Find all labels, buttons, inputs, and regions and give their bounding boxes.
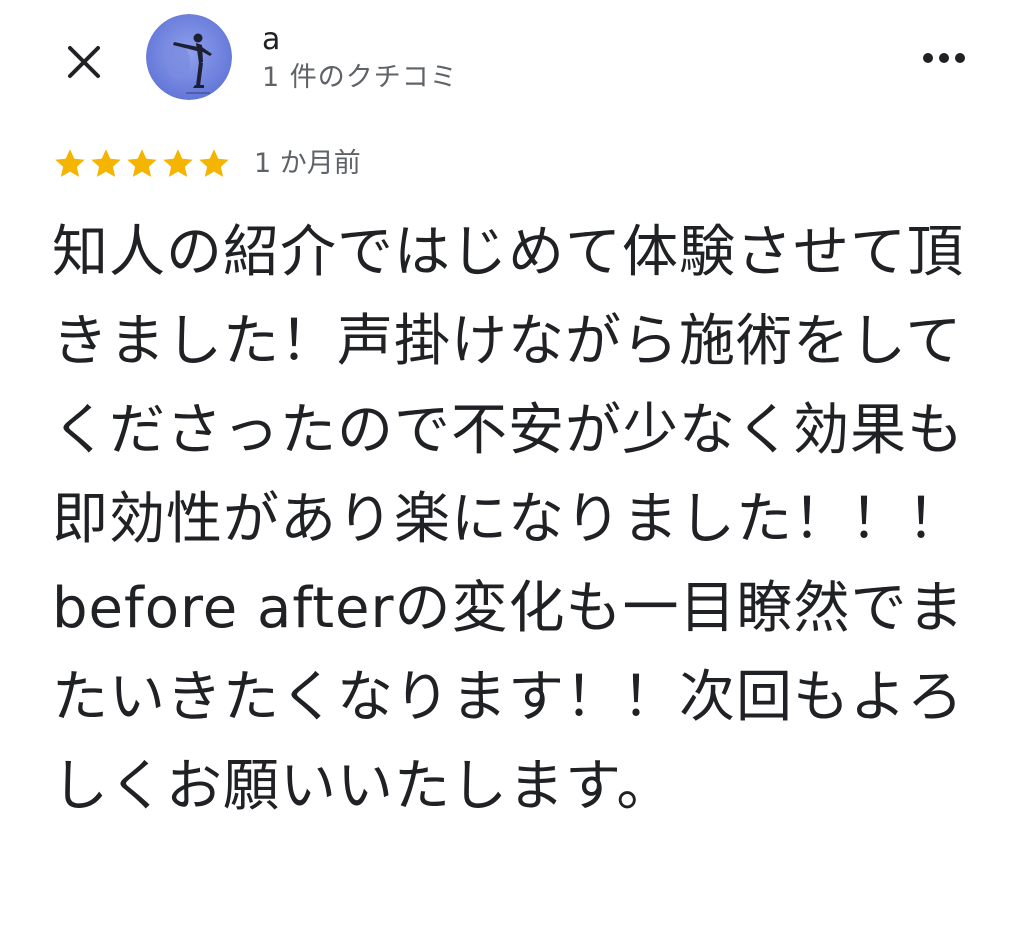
star-icon [199, 149, 229, 177]
star-icon [55, 149, 85, 177]
more-options-button[interactable] [916, 36, 972, 80]
review-header: a 1 件のクチコミ [0, 0, 1024, 130]
close-icon [68, 46, 100, 78]
star-icon [163, 149, 193, 177]
more-horiz-icon [923, 53, 965, 63]
avatar[interactable] [146, 14, 232, 100]
star-icon [127, 149, 157, 177]
rating-row: 1 か月前 [52, 140, 361, 188]
reviewer-name[interactable]: a [262, 22, 280, 58]
star-rating [52, 146, 232, 182]
review-text: 知人の紹介ではじめて体験させて頂きました！声掛けながら施術をしてくださったので不… [52, 220, 965, 819]
star-icon [91, 149, 121, 177]
close-button[interactable] [58, 36, 110, 88]
review-date: 1 か月前 [254, 148, 361, 179]
review-count[interactable]: 1 件のクチコミ [262, 60, 458, 96]
